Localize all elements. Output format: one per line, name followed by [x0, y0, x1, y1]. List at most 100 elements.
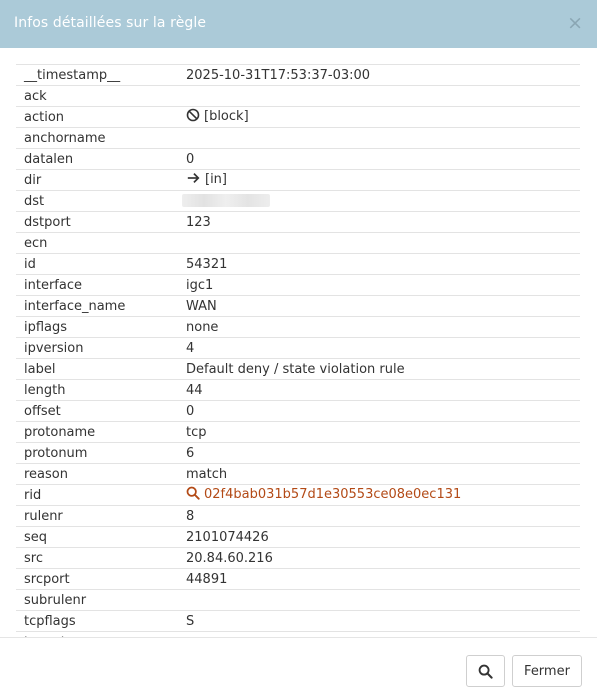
field-name: protonum	[16, 442, 178, 464]
field-name: dir	[16, 169, 178, 191]
field-value: 44891	[186, 571, 228, 587]
table-row: reason match	[16, 463, 580, 485]
table-row: dst	[16, 190, 580, 212]
field-name: src	[16, 547, 178, 569]
field-name: reason	[16, 463, 178, 485]
fermer-button[interactable]: Fermer	[512, 655, 582, 687]
table-row: id 54321	[16, 253, 580, 275]
table-row: src 20.84.60.216	[16, 547, 580, 569]
table-row: protoname tcp	[16, 421, 580, 443]
field-value-cell: S	[178, 610, 580, 632]
field-value-cell: Default deny / state violation rule	[178, 358, 580, 380]
field-value: 0	[186, 403, 195, 419]
field-name: srcport	[16, 568, 178, 590]
table-row: ipversion 4	[16, 337, 580, 359]
close-icon[interactable]: ×	[567, 13, 583, 33]
field-value-cell: 44	[178, 379, 580, 401]
table-row: rid 02f4bab031b57d1e30553ce08e0ec131	[16, 484, 580, 506]
field-value-cell	[178, 127, 580, 149]
field-value: Default deny / state violation rule	[186, 361, 405, 377]
table-row: rulenr 8	[16, 505, 580, 527]
field-value: 44	[186, 382, 203, 398]
dialog-body[interactable]: __timestamp__ 2025-10-31T17:53:37-03:00 ac…	[0, 48, 597, 637]
field-value-cell: [in]	[178, 169, 580, 191]
rule-id-link[interactable]: 02f4bab031b57d1e30553ce08e0ec131	[204, 487, 461, 502]
field-name: id	[16, 253, 178, 275]
search-button[interactable]	[466, 655, 505, 687]
dialog-header: Infos détaillées sur la règle ×	[0, 0, 597, 48]
field-value: 8	[186, 508, 195, 524]
field-name: rulenr	[16, 505, 178, 527]
table-row: ecn	[16, 232, 580, 254]
table-row: __timestamp__ 2025-10-31T17:53:37-03:00	[16, 64, 580, 86]
field-name: seq	[16, 526, 178, 548]
field-name: protoname	[16, 421, 178, 443]
table-row: length 44	[16, 379, 580, 401]
field-value-cell: tcp	[178, 421, 580, 443]
field-value: none	[186, 319, 219, 335]
search-icon	[478, 664, 493, 679]
field-value-cell: 54321	[178, 253, 580, 275]
field-value-cell: 4	[178, 337, 580, 359]
dialog-title: Infos détaillées sur la règle	[14, 15, 207, 31]
field-name: ipflags	[16, 316, 178, 338]
field-name: offset	[16, 400, 178, 422]
field-value-cell: 123	[178, 211, 580, 233]
field-value-cell: igc1	[178, 274, 580, 296]
field-value-cell: 0	[178, 400, 580, 422]
field-value: WAN	[186, 298, 217, 314]
field-value: 0	[186, 151, 195, 167]
table-row: ipflags none	[16, 316, 580, 338]
field-name: rid	[16, 484, 178, 506]
field-value-cell: [block]	[178, 106, 580, 128]
table-row: dstport 123	[16, 211, 580, 233]
field-value: match	[186, 466, 228, 482]
field-value-cell: 6	[178, 442, 580, 464]
field-value-cell: 0	[178, 148, 580, 170]
field-value-cell: WAN	[178, 295, 580, 317]
field-value: 2101074426	[186, 529, 269, 545]
details-table: __timestamp__ 2025-10-31T17:53:37-03:00 ac…	[16, 64, 580, 637]
table-row: ack	[16, 85, 580, 107]
table-row: label Default deny / state violation rule	[16, 358, 580, 380]
field-value: 2025-10-31T17:53:37-03:00	[186, 67, 371, 83]
table-row: action [block]	[16, 106, 580, 128]
table-row: anchorname	[16, 127, 580, 149]
field-value-cell: 2025-10-31T17:53:37-03:00	[178, 64, 580, 86]
field-value-cell: 02f4bab031b57d1e30553ce08e0ec131	[178, 484, 580, 506]
field-name: action	[16, 106, 178, 128]
field-name: ecn	[16, 232, 178, 254]
field-value: S	[186, 613, 195, 629]
field-name: datalen	[16, 148, 178, 170]
table-row: interface_name WAN	[16, 295, 580, 317]
field-value: [block]	[204, 109, 249, 124]
field-name: interface	[16, 274, 178, 296]
field-value: 4	[186, 340, 195, 356]
table-row: dir [in]	[16, 169, 580, 191]
field-value: igc1	[186, 277, 214, 293]
field-value-cell: 44891	[178, 568, 580, 590]
field-value-cell: 2101074426	[178, 526, 580, 548]
search-icon[interactable]	[186, 486, 200, 504]
field-value: 54321	[186, 256, 228, 272]
table-row: protonum 6	[16, 442, 580, 464]
field-value: 6	[186, 445, 195, 461]
field-value: [in]	[205, 172, 227, 187]
table-row: srcport 44891	[16, 568, 580, 590]
field-value-cell: match	[178, 463, 580, 485]
table-row: offset 0	[16, 400, 580, 422]
block-icon	[186, 108, 200, 126]
arrow-right-icon	[186, 171, 201, 189]
dialog-footer: Fermer	[0, 637, 597, 700]
field-value: 123	[186, 214, 211, 230]
field-name: label	[16, 358, 178, 380]
field-value-cell	[178, 589, 580, 611]
field-name: interface_name	[16, 295, 178, 317]
field-value-cell	[178, 190, 580, 212]
redacted-value	[182, 193, 270, 207]
field-name: __timestamp__	[16, 64, 178, 86]
field-value-cell: 20.84.60.216	[178, 547, 580, 569]
table-row: datalen 0	[16, 148, 580, 170]
field-name: dstport	[16, 211, 178, 233]
field-name: ipversion	[16, 337, 178, 359]
